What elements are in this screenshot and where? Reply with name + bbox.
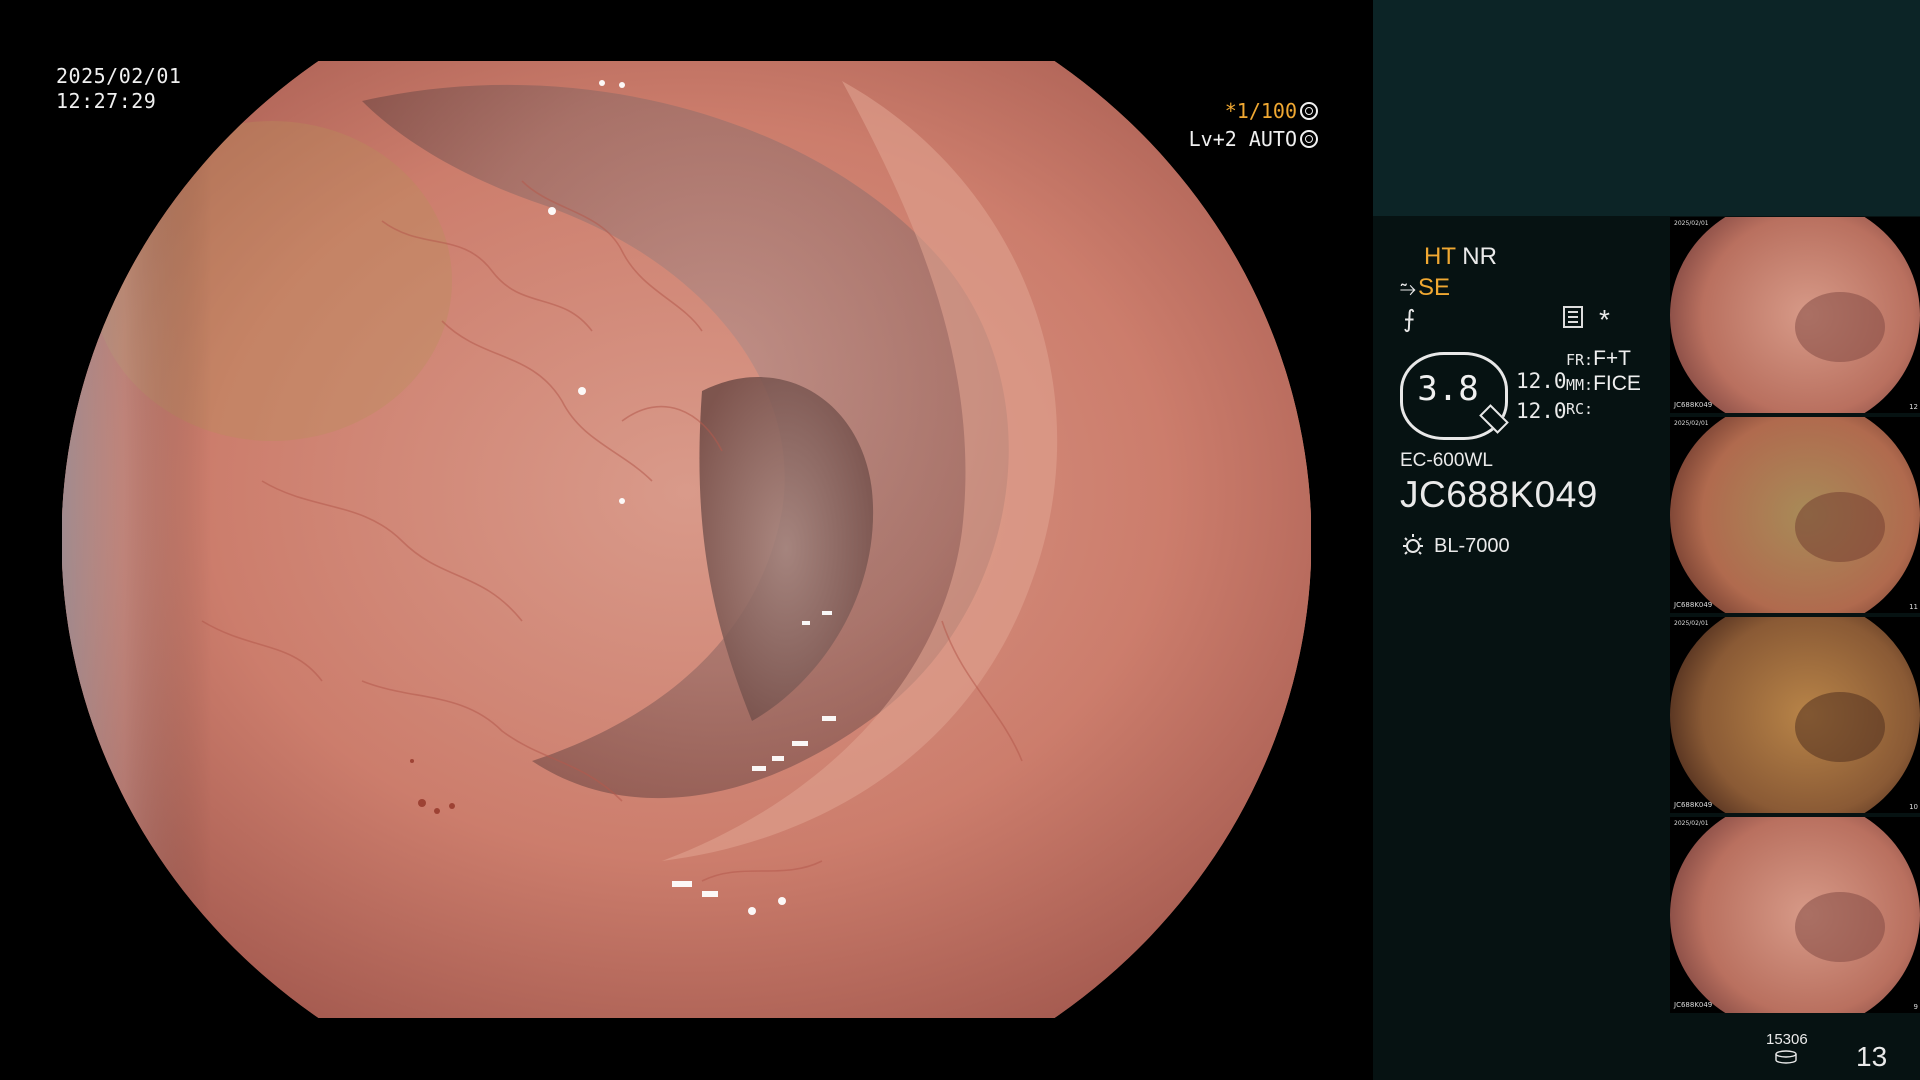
thumbnail-timestamp: 2025/02/01 — [1674, 420, 1709, 427]
rc-label: RC: — [1566, 400, 1594, 418]
thumbnail-scope-serial: JC688K049 — [1674, 1001, 1713, 1009]
thumbnail-timestamp: 2025/02/01 — [1674, 620, 1709, 627]
mm-label: MM: — [1566, 376, 1594, 394]
time-label: 12:27:29 — [56, 89, 157, 113]
gain-value-top: 12.0 — [1516, 369, 1567, 393]
thumbnail-endoscopic-view — [1670, 217, 1920, 413]
shutter-value: *1/100 — [1224, 99, 1297, 123]
fr-value: F+T — [1593, 347, 1632, 370]
shutter-speed-indicator: *1/100 — [1225, 99, 1318, 123]
storage-disk-icon — [1775, 1050, 1797, 1064]
freeze-mode-row: FR:F+T — [1566, 347, 1631, 371]
lamp-icon — [1403, 534, 1423, 555]
thumbnail-timestamp: 2025/02/01 — [1674, 820, 1709, 827]
endoscopic-live-view — [62, 61, 1311, 1018]
light-source-label: BL-7000 — [1434, 535, 1510, 557]
edge-enhance-icon: ⨍ — [1403, 306, 1416, 333]
mode-row: MM:FICE — [1566, 372, 1641, 396]
thumbnail-number: 12 — [1909, 403, 1918, 411]
nr-label: NR — [1462, 243, 1497, 270]
fr-label: FR: — [1566, 351, 1594, 369]
zoom-indicator: 3.8 — [1400, 352, 1509, 440]
scope-model: EC-600WL — [1400, 450, 1493, 471]
thumbnail-number: 9 — [1913, 1003, 1918, 1011]
endoscopy-screen: 2025/02/01 12:27:29 *1/100 Lv+2 AUTO HT … — [0, 0, 1920, 1080]
ht-nr-status: HT NR — [1424, 243, 1497, 271]
frame-number: 13 — [1856, 1041, 1888, 1072]
thumbnail-image[interactable]: 2025/02/01 JC688K049 10 — [1670, 617, 1920, 813]
structure-enhancement-status: ⥲SE — [1400, 274, 1450, 302]
thumbnail-image[interactable]: 2025/02/01 JC688K049 12 — [1670, 217, 1920, 413]
level-value: Lv+2 AUTO — [1188, 127, 1297, 151]
thumbnail-scope-serial: JC688K049 — [1674, 601, 1713, 609]
brightness-level-indicator: Lv+2 AUTO — [1189, 127, 1318, 151]
shutter-mode-icon — [1300, 102, 1318, 120]
settings-list-icon — [1563, 306, 1583, 328]
thumbnail-endoscopic-view — [1670, 417, 1920, 613]
panel-header-block — [1373, 0, 1920, 216]
storage-count: 15306 — [1766, 1031, 1808, 1048]
thumbnail-image[interactable]: 2025/02/01 JC688K049 11 — [1670, 417, 1920, 613]
date-label: 2025/02/01 — [56, 64, 182, 88]
auto-iris-icon — [1300, 130, 1318, 148]
thumbnail-image[interactable]: 2025/02/01 JC688K049 9 — [1670, 817, 1920, 1013]
ht-label: HT — [1424, 243, 1456, 270]
light-source-row: BL-7000 — [1400, 532, 1510, 558]
structure-enhance-icon: ⥲ — [1400, 278, 1416, 300]
thumbnail-number: 11 — [1909, 603, 1918, 611]
thumbnail-timestamp: 2025/02/01 — [1674, 220, 1709, 227]
thumbnail-number: 10 — [1909, 803, 1918, 811]
rc-row: RC: — [1566, 400, 1593, 419]
colon-lumen-image — [62, 61, 1311, 1018]
thumbnail-endoscopic-view — [1670, 617, 1920, 813]
se-label: SE — [1418, 274, 1451, 301]
gain-value-bottom: 12.0 — [1516, 399, 1567, 423]
date-time-overlay: 2025/02/01 12:27:29 — [56, 64, 181, 114]
thumbnail-scope-serial: JC688K049 — [1674, 401, 1713, 409]
asterisk-icon: * — [1599, 304, 1610, 335]
thumbnail-endoscopic-view — [1670, 817, 1920, 1013]
mm-value: FICE — [1593, 372, 1641, 395]
zoom-value: 3.8 — [1417, 369, 1479, 409]
thumbnail-scope-serial: JC688K049 — [1674, 801, 1713, 809]
scope-serial: JC688K049 — [1400, 474, 1598, 515]
